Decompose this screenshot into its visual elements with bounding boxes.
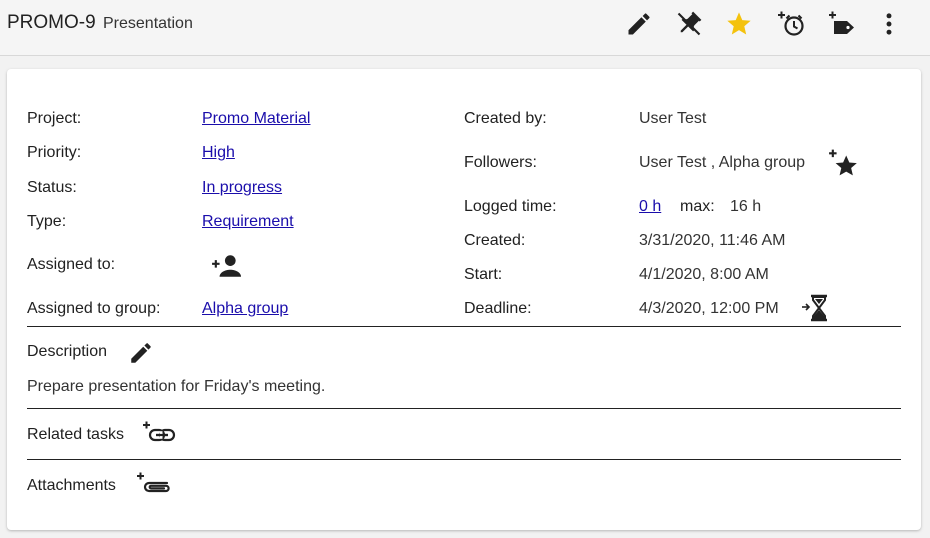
- more-vert-icon: [886, 13, 892, 35]
- edit-button[interactable]: [621, 6, 657, 42]
- description-label: Description: [27, 343, 108, 360]
- add-attachment-button[interactable]: [135, 470, 171, 498]
- assigned-group-label: Assigned to group:: [27, 300, 161, 317]
- edit-description-button[interactable]: [127, 339, 155, 367]
- add-follower-button[interactable]: [827, 147, 859, 179]
- task-id: PROMO-9: [7, 12, 96, 33]
- add-link-icon: [143, 421, 176, 442]
- created-label: Created:: [464, 232, 526, 249]
- related-tasks-label: Related tasks: [27, 426, 124, 443]
- attachments-label: Attachments: [27, 477, 116, 494]
- followers-label: Followers:: [464, 154, 537, 171]
- deadline-label: Deadline:: [464, 300, 532, 317]
- details-divider: [27, 326, 901, 327]
- assigned-to-label: Assigned to:: [27, 256, 116, 273]
- created-by-label: Created by:: [464, 110, 547, 127]
- related-divider: [27, 459, 901, 460]
- description-text: Prepare presentation for Friday's meetin…: [27, 378, 326, 395]
- pin-icon: [677, 11, 702, 36]
- created-by-value: User Test: [639, 110, 707, 127]
- add-alarm-icon: [778, 11, 804, 36]
- status-link[interactable]: In progress: [202, 179, 282, 197]
- task-header: PROMO-9 Presentation: [0, 0, 930, 56]
- status-label: Status:: [27, 179, 77, 196]
- project-label: Project:: [27, 110, 82, 127]
- deadline-value: 4/3/2020, 12:00 PM: [639, 300, 779, 317]
- type-link[interactable]: Requirement: [202, 213, 294, 231]
- add-reminder-button[interactable]: [773, 6, 809, 42]
- type-label: Type:: [27, 213, 67, 230]
- start-label: Start:: [464, 266, 503, 283]
- start-value: 4/1/2020, 8:00 AM: [639, 266, 769, 283]
- star-icon: [727, 12, 751, 35]
- add-attachment-icon: [137, 472, 170, 493]
- edit-icon: [628, 13, 650, 35]
- add-person-icon: [212, 255, 241, 277]
- add-related-task-button[interactable]: [141, 419, 177, 447]
- assign-user-button[interactable]: [210, 252, 242, 280]
- assigned-group-link[interactable]: Alpha group: [202, 300, 288, 318]
- more-options-button[interactable]: [871, 6, 907, 42]
- add-tag-button[interactable]: [824, 6, 860, 42]
- followers-value: User Test , Alpha group: [639, 154, 806, 171]
- max-label: max:: [680, 198, 715, 215]
- created-value: 3/31/2020, 11:46 AM: [639, 232, 786, 249]
- max-value: 16 h: [730, 198, 762, 215]
- description-divider: [27, 408, 901, 409]
- favorite-button[interactable]: [721, 6, 757, 42]
- add-tag-icon: [829, 11, 854, 34]
- logged-time-label: Logged time:: [464, 198, 557, 215]
- edit-icon: [131, 343, 151, 363]
- add-star-icon: [829, 149, 857, 176]
- logged-time-link[interactable]: 0 h: [639, 198, 661, 216]
- deadline-button[interactable]: [801, 294, 829, 322]
- hourglass-icon: [802, 294, 827, 322]
- priority-link[interactable]: High: [202, 144, 235, 162]
- task-type: Presentation: [103, 15, 193, 32]
- task-details-card: Project: Promo Material Priority: High S…: [7, 69, 921, 530]
- pin-button[interactable]: [671, 6, 707, 42]
- project-link[interactable]: Promo Material: [202, 110, 310, 128]
- priority-label: Priority:: [27, 144, 82, 161]
